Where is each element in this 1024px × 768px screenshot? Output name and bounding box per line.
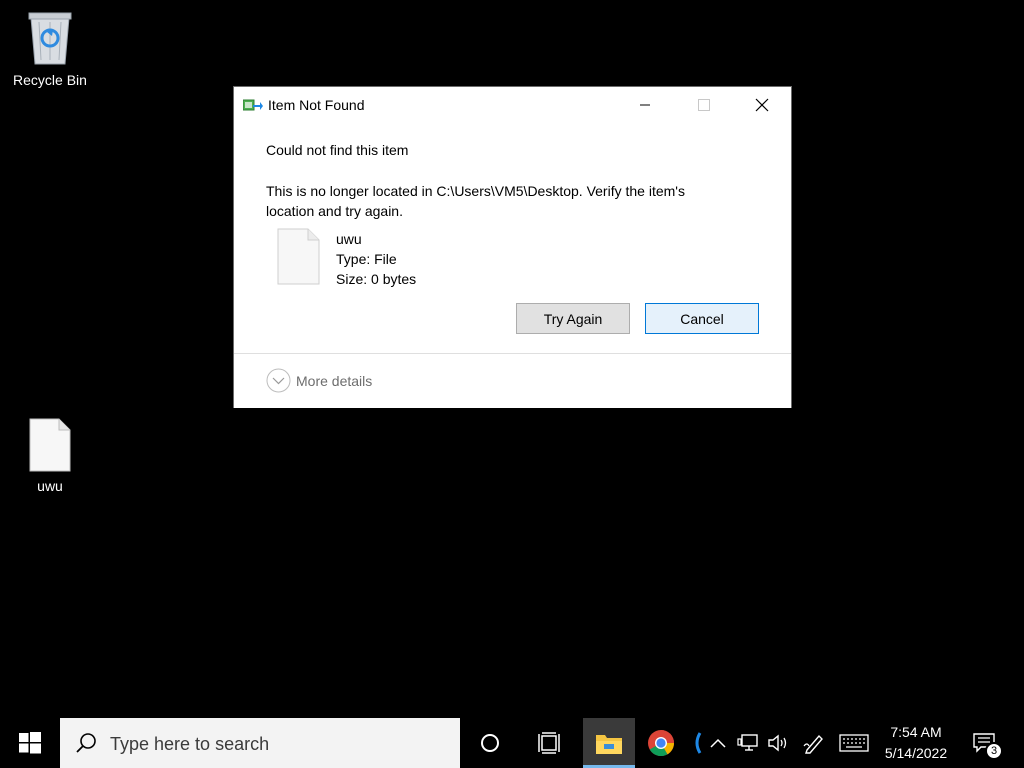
clock-time: 7:54 AM [890, 724, 942, 740]
file-icon [29, 418, 71, 472]
chevron-down-icon[interactable] [266, 368, 291, 393]
keyboard-icon [839, 734, 869, 752]
file-info: uwu Type: File Size: 0 bytes [336, 229, 416, 289]
dialog-titlebar[interactable]: Item Not Found [234, 87, 791, 123]
desktop-icon-label: Recycle Bin [13, 72, 87, 88]
cancel-button[interactable]: Cancel [645, 303, 759, 334]
task-view-icon [538, 732, 560, 754]
file-explorer-icon [596, 735, 622, 754]
file-type: Type: File [336, 251, 397, 267]
network-button[interactable] [734, 718, 762, 768]
file-move-icon [243, 99, 263, 111]
cortana-icon [481, 734, 499, 752]
recycle-bin-icon [28, 12, 72, 65]
touch-keyboard-button[interactable] [836, 718, 872, 768]
network-icon [737, 734, 758, 751]
app-icon [695, 732, 702, 754]
notification-count-badge: 3 [985, 742, 1003, 760]
dialog-message: This is no longer located in C:\Users\VM… [266, 183, 685, 219]
chrome-icon [648, 730, 675, 757]
file-size: Size: 0 bytes [336, 271, 417, 287]
pen-icon [803, 734, 823, 754]
minimize-button[interactable] [622, 87, 668, 123]
dialog-title: Item Not Found [268, 97, 365, 113]
close-button[interactable] [739, 87, 785, 123]
try-again-button[interactable]: Try Again [516, 303, 630, 334]
close-icon [755, 98, 769, 112]
task-view-button[interactable] [526, 718, 574, 768]
file-name: uwu [336, 231, 362, 247]
maximize-button [681, 87, 727, 123]
item-not-found-dialog: Item Not Found Could not find this item … [233, 86, 792, 408]
desktop-icon-label: uwu [37, 478, 63, 494]
maximize-icon [698, 99, 710, 111]
chrome-button[interactable] [636, 718, 686, 768]
windows-ink-button[interactable] [800, 718, 828, 768]
cortana-button[interactable] [466, 718, 514, 768]
minimize-icon [640, 104, 650, 106]
show-hidden-icons-button[interactable] [706, 718, 730, 768]
desktop-icon-uwu-file[interactable]: uwu [5, 418, 95, 494]
taskbar: Type here to search 7:54 AM 5/14/2022 [0, 718, 1024, 768]
dialog-heading: Could not find this item [266, 142, 409, 158]
taskbar-clock[interactable]: 7:54 AM 5/14/2022 [876, 722, 956, 764]
dialog-footer: More details [234, 353, 791, 408]
taskbar-search-box[interactable]: Type here to search [60, 718, 460, 768]
overflow-app-button[interactable] [690, 718, 704, 768]
windows-logo-icon [19, 732, 41, 754]
chevron-up-icon [710, 738, 726, 748]
search-placeholder: Type here to search [110, 734, 270, 754]
more-details-link[interactable]: More details [296, 373, 372, 389]
volume-button[interactable] [764, 718, 794, 768]
search-icon [76, 733, 96, 753]
file-thumbnail-icon [277, 228, 320, 285]
volume-icon [768, 734, 787, 752]
desktop-icon-recycle-bin[interactable]: Recycle Bin [5, 8, 95, 88]
clock-date: 5/14/2022 [884, 745, 948, 761]
start-button[interactable] [0, 718, 60, 768]
file-explorer-button[interactable] [583, 718, 635, 768]
